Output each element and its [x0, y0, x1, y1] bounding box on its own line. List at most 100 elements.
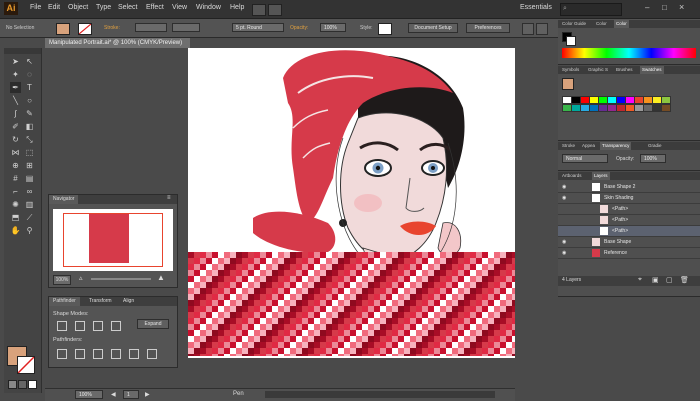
- maximize-button[interactable]: □: [662, 3, 667, 12]
- color-spectrum-bar[interactable]: [562, 48, 696, 58]
- tab-gradient[interactable]: Gradie: [646, 142, 664, 150]
- stroke-weight-select[interactable]: [135, 23, 167, 32]
- search-help-input[interactable]: ⌕: [560, 3, 622, 16]
- layer-row[interactable]: <Path>: [558, 215, 700, 226]
- color-stroke-preview[interactable]: [566, 36, 576, 46]
- layer-name[interactable]: Base Shape 2: [604, 182, 635, 192]
- close-button[interactable]: ×: [679, 2, 684, 12]
- tab-transform[interactable]: Transform: [85, 297, 116, 306]
- stroke-color-box[interactable]: [17, 356, 35, 374]
- layer-name[interactable]: Reference: [604, 248, 627, 258]
- tab-appearance[interactable]: Appea: [580, 142, 597, 150]
- type-tool-icon[interactable]: T: [24, 82, 35, 93]
- layer-row[interactable]: ◉ Base Shape: [558, 237, 700, 248]
- eye-icon[interactable]: ◉: [562, 248, 566, 258]
- tab-symbols[interactable]: Symbols: [560, 66, 581, 74]
- menu-effect[interactable]: Effect: [146, 4, 164, 11]
- swatch[interactable]: [661, 96, 671, 104]
- panel-menu-icon[interactable]: ≡: [167, 195, 171, 201]
- menu-edit[interactable]: Edit: [48, 4, 60, 11]
- navigator-view-box[interactable]: [63, 213, 163, 267]
- tab-artboards[interactable]: Artboards: [560, 172, 584, 180]
- pencil-tool-icon[interactable]: ✎: [24, 108, 35, 119]
- active-swatch[interactable]: [562, 78, 574, 90]
- tab-swatches[interactable]: Swatches: [640, 66, 664, 74]
- menu-file[interactable]: File: [30, 4, 41, 11]
- layer-row-selected[interactable]: <Path>: [558, 226, 700, 237]
- minus-back-icon[interactable]: [147, 349, 157, 359]
- tab-color-guide[interactable]: Color Guide: [560, 20, 588, 28]
- outline-icon[interactable]: [129, 349, 139, 359]
- blend-tool-icon[interactable]: ∞: [24, 186, 35, 197]
- path-name[interactable]: <Path>: [612, 204, 628, 214]
- divide-icon[interactable]: [57, 349, 67, 359]
- tab-layers[interactable]: Layers: [592, 172, 610, 180]
- color-mode-button[interactable]: [8, 380, 17, 389]
- eye-icon[interactable]: ◉: [562, 193, 566, 203]
- symbol-sprayer-tool-icon[interactable]: ✺: [10, 199, 21, 210]
- minimize-button[interactable]: –: [645, 3, 649, 12]
- tab-graphic-styles[interactable]: Graphic S: [586, 66, 610, 74]
- expand-button[interactable]: Expand: [137, 319, 169, 329]
- layer-name[interactable]: Base Shape: [604, 237, 631, 247]
- blob-brush-tool-icon[interactable]: ✐: [10, 121, 21, 132]
- path-name[interactable]: <Path>: [612, 215, 628, 225]
- swatch[interactable]: [661, 104, 671, 112]
- eye-icon[interactable]: ◉: [562, 182, 566, 192]
- layer-row[interactable]: <Path>: [558, 204, 700, 215]
- layer-row[interactable]: ◉ Base Shape 2: [558, 182, 700, 193]
- line-tool-icon[interactable]: ╲: [10, 95, 21, 106]
- eyedropper-tool-icon[interactable]: ⌐: [10, 186, 21, 197]
- menu-type[interactable]: Type: [96, 4, 111, 11]
- free-transform-tool-icon[interactable]: ⬚: [24, 147, 35, 158]
- opacity-label[interactable]: Opacity:: [290, 25, 308, 31]
- eye-icon[interactable]: ◉: [562, 237, 566, 247]
- selection-tool-icon[interactable]: ➤: [10, 56, 21, 67]
- ellipse-tool-icon[interactable]: ○: [24, 95, 35, 106]
- menu-help[interactable]: Help: [230, 4, 244, 11]
- blend-mode-select[interactable]: Normal: [562, 154, 608, 163]
- graphic-style-swatch[interactable]: [378, 23, 392, 35]
- mesh-tool-icon[interactable]: #: [10, 173, 21, 184]
- tab-align[interactable]: Align: [119, 297, 138, 306]
- brush-select[interactable]: 5 pt. Round: [232, 23, 284, 32]
- next-artboard-icon[interactable]: ▶: [145, 391, 150, 398]
- navigator-thumbnail[interactable]: [53, 209, 173, 271]
- slice-tool-icon[interactable]: ⟋: [24, 212, 35, 223]
- preferences-button[interactable]: Preferences: [466, 23, 510, 33]
- opacity-input[interactable]: 100%: [320, 23, 346, 32]
- merge-icon[interactable]: [93, 349, 103, 359]
- menu-view[interactable]: View: [172, 4, 187, 11]
- tools-panel-header[interactable]: [4, 48, 41, 54]
- trim-icon[interactable]: [75, 349, 85, 359]
- tab-color[interactable]: Color: [594, 20, 609, 28]
- crop-icon[interactable]: [111, 349, 121, 359]
- shape-builder-tool-icon[interactable]: ⊕: [10, 160, 21, 171]
- locate-object-icon[interactable]: ⌖: [638, 276, 642, 284]
- zoom-tool-icon[interactable]: ⚲: [24, 225, 35, 236]
- tab-stroke[interactable]: Stroke: [560, 142, 577, 150]
- transform-icon[interactable]: [536, 23, 548, 35]
- gradient-tool-icon[interactable]: ▤: [24, 173, 35, 184]
- paintbrush-tool-icon[interactable]: ∫: [10, 108, 21, 119]
- minus-front-icon[interactable]: [75, 321, 85, 331]
- intersect-icon[interactable]: [93, 321, 103, 331]
- unite-icon[interactable]: [57, 321, 67, 331]
- zoom-out-icon[interactable]: ▵: [79, 274, 83, 282]
- zoom-select[interactable]: 100%: [75, 390, 103, 399]
- tab-color-active[interactable]: Color: [614, 20, 629, 28]
- scale-tool-icon[interactable]: ⤡: [24, 134, 35, 145]
- variable-width-select[interactable]: [172, 23, 200, 32]
- tab-transparency[interactable]: Transparency: [600, 142, 632, 150]
- trash-icon[interactable]: 🗑: [680, 276, 689, 284]
- layer-row[interactable]: ◉ Skin Shading: [558, 193, 700, 204]
- document-setup-button[interactable]: Document Setup: [408, 23, 458, 33]
- navigator-zoom-slider[interactable]: [91, 278, 151, 280]
- perspective-grid-tool-icon[interactable]: ⊞: [24, 160, 35, 171]
- align-icon[interactable]: [522, 23, 534, 35]
- eraser-tool-icon[interactable]: ◧: [24, 121, 35, 132]
- menu-object[interactable]: Object: [68, 4, 88, 11]
- path-name[interactable]: <Path>: [612, 226, 628, 236]
- pen-tool-icon[interactable]: ✒: [10, 82, 21, 93]
- bridge-button[interactable]: [252, 4, 266, 16]
